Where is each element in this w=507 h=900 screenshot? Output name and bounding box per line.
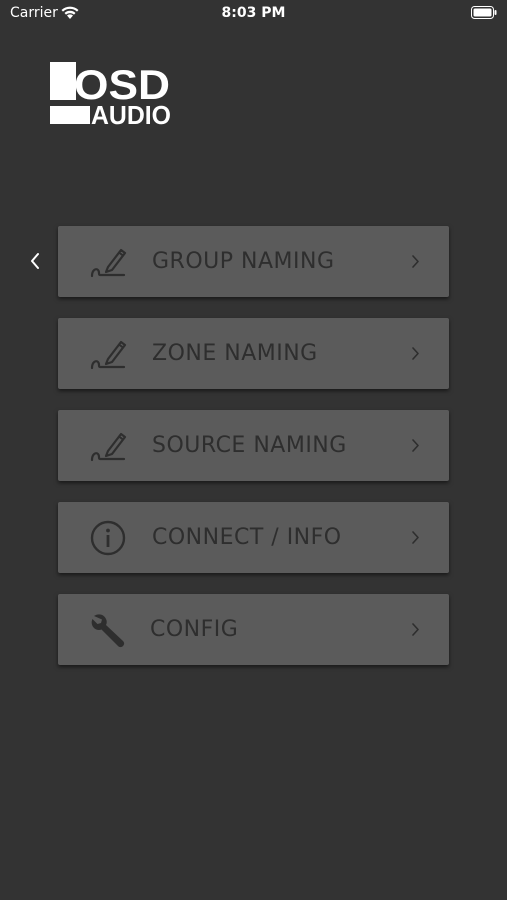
zone-naming-label: ZONE NAMING xyxy=(152,341,318,366)
battery-icon xyxy=(471,6,497,19)
wrench-icon xyxy=(91,614,125,648)
source-naming-label: SOURCE NAMING xyxy=(152,433,347,458)
chevron-right-icon xyxy=(412,439,419,452)
back-chevron-icon[interactable] xyxy=(26,250,44,272)
connect-info-label: CONNECT / INFO xyxy=(152,525,342,550)
group-naming-label: GROUP NAMING xyxy=(152,249,335,274)
source-naming-button[interactable]: SOURCE NAMING xyxy=(58,410,449,481)
status-bar: Carrier 8:03 PM xyxy=(0,0,507,28)
osd-audio-logo: OSD AUDIO xyxy=(50,62,171,126)
chevron-right-icon xyxy=(412,255,419,268)
info-icon xyxy=(90,520,126,556)
pencil-edit-icon xyxy=(90,432,127,462)
group-naming-button[interactable]: GROUP NAMING xyxy=(58,226,449,297)
pencil-edit-icon xyxy=(90,248,127,278)
chevron-right-icon xyxy=(412,347,419,360)
connect-info-button[interactable]: CONNECT / INFO xyxy=(58,502,449,573)
chevron-right-icon xyxy=(412,623,419,636)
chevron-right-icon xyxy=(412,531,419,544)
config-label: CONFIG xyxy=(150,617,239,642)
pencil-edit-icon xyxy=(90,340,127,370)
zone-naming-button[interactable]: ZONE NAMING xyxy=(58,318,449,389)
clock-time: 8:03 PM xyxy=(221,5,286,21)
logo-audio-text: AUDIO xyxy=(91,100,171,126)
config-button[interactable]: CONFIG xyxy=(58,594,449,665)
